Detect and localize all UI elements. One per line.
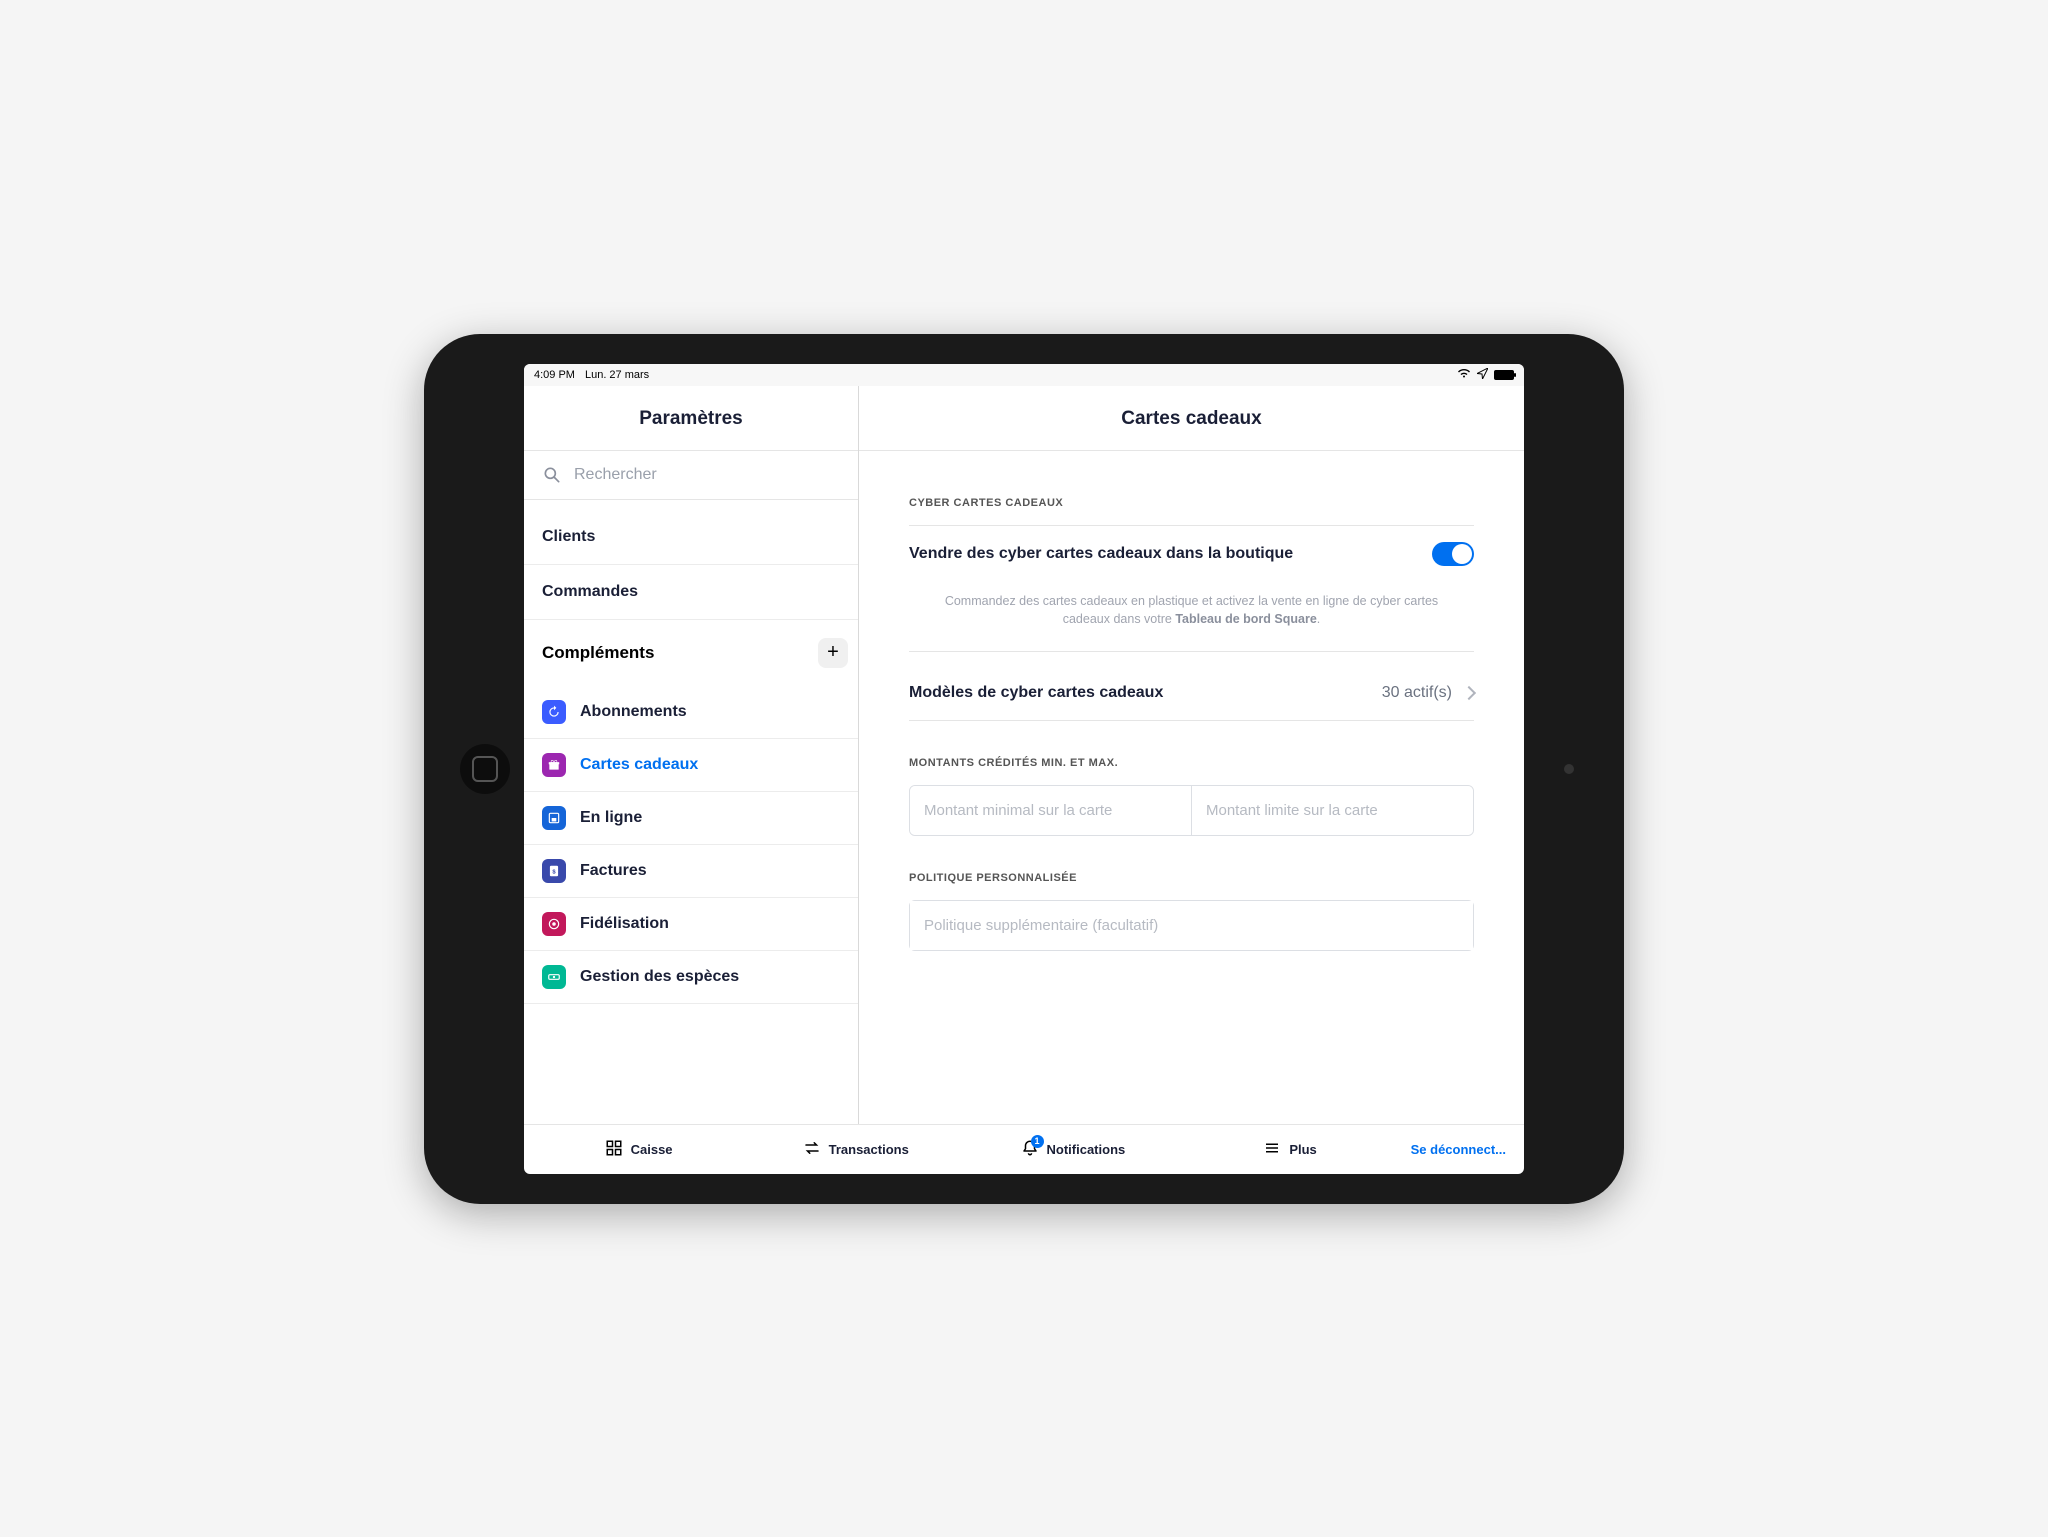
models-count: 30 actif(s)	[1382, 684, 1452, 702]
tab-label: Plus	[1289, 1142, 1316, 1157]
status-bar: 4:09 PM Lun. 27 mars	[524, 364, 1524, 386]
status-time: 4:09 PM	[534, 369, 575, 381]
tab-label: Transactions	[829, 1142, 909, 1157]
policy-input[interactable]	[910, 901, 1473, 950]
refresh-icon	[542, 700, 566, 724]
sidebar-item-label: En ligne	[580, 809, 642, 827]
grid-icon	[605, 1139, 623, 1160]
toggle-sell-egift[interactable]	[1432, 542, 1474, 566]
battery-icon	[1494, 370, 1514, 380]
sidebar-item-cartes-cadeaux[interactable]: Cartes cadeaux	[524, 739, 858, 792]
min-amount-input[interactable]	[910, 786, 1192, 835]
models-row[interactable]: Modèles de cyber cartes cadeaux 30 actif…	[909, 666, 1474, 721]
sidebar-item-fidelisation[interactable]: Fidélisation	[524, 898, 858, 951]
status-date: Lun. 27 mars	[585, 369, 649, 381]
sidebar-item-gestion-especes[interactable]: Gestion des espèces	[524, 951, 858, 1004]
section-label-cyber: CYBER CARTES CADEAUX	[909, 497, 1474, 509]
invoice-icon: $	[542, 859, 566, 883]
policy-input-wrap	[909, 900, 1474, 951]
bell-icon: 1	[1021, 1139, 1039, 1160]
home-button[interactable]	[460, 744, 510, 794]
chevron-right-icon	[1462, 686, 1476, 700]
sidebar-item-label: Abonnements	[580, 703, 687, 721]
sidebar-item-abonnements[interactable]: Abonnements	[524, 686, 858, 739]
toggle-label: Vendre des cyber cartes cadeaux dans la …	[909, 545, 1293, 563]
section-label-amounts: MONTANTS CRÉDITÉS MIN. ET MAX.	[909, 757, 1474, 769]
cash-icon	[542, 965, 566, 989]
tab-transactions[interactable]: Transactions	[749, 1139, 962, 1160]
tab-notifications[interactable]: 1 Notifications	[966, 1139, 1179, 1160]
camera-dot	[1564, 764, 1574, 774]
menu-icon	[1263, 1139, 1281, 1160]
sidebar-section-complements: Compléments +	[524, 620, 858, 686]
max-amount-input[interactable]	[1192, 786, 1473, 835]
search-row[interactable]	[524, 451, 858, 500]
storefront-icon	[542, 806, 566, 830]
logout-label: Se déconnect...	[1411, 1142, 1506, 1157]
tab-plus[interactable]: Plus	[1183, 1139, 1396, 1160]
sidebar-title: Paramètres	[524, 386, 858, 451]
main-title: Cartes cadeaux	[859, 386, 1524, 451]
sidebar-item-commandes[interactable]: Commandes	[524, 565, 858, 620]
tab-label: Notifications	[1047, 1142, 1126, 1157]
logout-link[interactable]: Se déconnect...	[1401, 1142, 1516, 1157]
sidebar-section-label: Compléments	[542, 643, 654, 663]
location-icon	[1477, 368, 1488, 382]
search-icon	[542, 465, 562, 485]
toggle-row-sell-egift: Vendre des cyber cartes cadeaux dans la …	[909, 525, 1474, 582]
sidebar-item-clients[interactable]: Clients	[524, 510, 858, 565]
add-complement-button[interactable]: +	[818, 638, 848, 668]
loyalty-icon	[542, 912, 566, 936]
notification-badge: 1	[1031, 1135, 1044, 1148]
swap-icon	[803, 1139, 821, 1160]
device-frame: 4:09 PM Lun. 27 mars Paramètres	[424, 334, 1624, 1204]
screen: 4:09 PM Lun. 27 mars Paramètres	[524, 364, 1524, 1174]
sidebar-item-label: Fidélisation	[580, 915, 669, 933]
main-panel: Cartes cadeaux CYBER CARTES CADEAUX Vend…	[859, 386, 1524, 1124]
help-text: Commandez des cartes cadeaux en plastiqu…	[909, 582, 1474, 653]
sidebar: Paramètres Clients Commandes Compléments…	[524, 386, 859, 1124]
gift-icon	[542, 753, 566, 777]
tab-caisse[interactable]: Caisse	[532, 1139, 745, 1160]
sidebar-item-factures[interactable]: $ Factures	[524, 845, 858, 898]
search-input[interactable]	[574, 466, 840, 484]
sidebar-item-label: Factures	[580, 862, 647, 880]
tab-bar: Caisse Transactions 1 Notifications P	[524, 1124, 1524, 1174]
section-label-policy: POLITIQUE PERSONNALISÉE	[909, 872, 1474, 884]
sidebar-item-label: Gestion des espèces	[580, 968, 739, 986]
sidebar-item-en-ligne[interactable]: En ligne	[524, 792, 858, 845]
amount-input-pair	[909, 785, 1474, 836]
sidebar-item-label: Cartes cadeaux	[580, 756, 698, 774]
models-label: Modèles de cyber cartes cadeaux	[909, 684, 1163, 702]
wifi-icon	[1457, 368, 1471, 381]
tab-label: Caisse	[631, 1142, 673, 1157]
